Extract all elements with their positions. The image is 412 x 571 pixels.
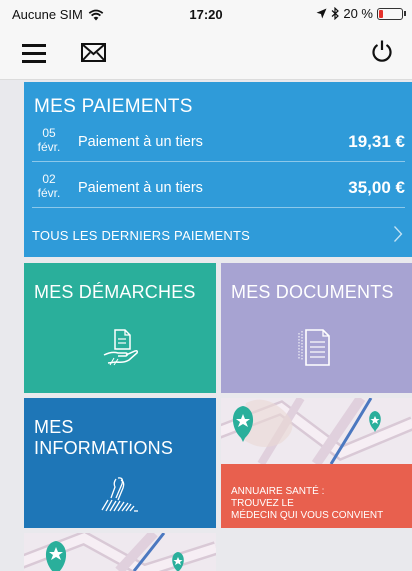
tile-informations-title-line1: MES — [34, 417, 74, 437]
all-payments-label: TOUS LES DERNIERS PAIEMENTS — [32, 228, 251, 243]
tile-informations-title-line2: INFORMATIONS — [34, 438, 174, 458]
power-icon[interactable] — [370, 38, 394, 64]
payment-row[interactable]: 02 févr. Paiement à un tiers 35,00 € — [32, 170, 405, 208]
payment-day: 02 — [42, 172, 56, 186]
chevron-right-icon — [394, 226, 403, 242]
annuaire-line1: ANNUAIRE SANTÉ : — [231, 486, 325, 497]
tile-map-partial[interactable] — [24, 533, 216, 571]
battery-level — [379, 9, 383, 18]
payment-day: 05 — [42, 126, 56, 140]
location-arrow-icon — [316, 8, 327, 19]
battery-percentage: 20 % — [343, 6, 373, 21]
documents-icon — [298, 329, 330, 366]
bluetooth-icon — [331, 7, 340, 20]
tile-demarches-title: MES DÉMARCHES — [34, 282, 196, 302]
payment-amount: 35,00 € — [348, 178, 405, 197]
annuaire-text: ANNUAIRE SANTÉ : TROUVEZ LE MÉDECIN QUI … — [231, 486, 383, 522]
all-payments-link[interactable]: TOUS LES DERNIERS PAIEMENTS — [32, 222, 405, 248]
status-indicators: 20 % — [316, 6, 406, 21]
map-pins-icon — [221, 398, 412, 464]
annuaire-banner: ANNUAIRE SANTÉ : TROUVEZ LE MÉDECIN QUI … — [221, 464, 412, 528]
tile-documents-title: MES DOCUMENTS — [231, 282, 394, 302]
tile-documents[interactable]: MES DOCUMENTS — [221, 263, 412, 393]
payments-card: MES PAIEMENTS 05 févr. Paiement à un tie… — [24, 82, 412, 257]
tile-demarches[interactable]: MES DÉMARCHES — [24, 263, 216, 393]
tile-informations[interactable]: MES INFORMATIONS — [24, 398, 216, 528]
hamburger-menu-icon[interactable] — [22, 42, 48, 64]
app-header — [0, 28, 412, 80]
hand-document-icon — [103, 329, 138, 366]
tile-annuaire-sante[interactable]: ANNUAIRE SANTÉ : TROUVEZ LE MÉDECIN QUI … — [221, 398, 412, 528]
annuaire-line2: TROUVEZ LE — [231, 498, 294, 509]
fingerprint-icon — [101, 477, 138, 512]
annuaire-line3: MÉDECIN QUI VOUS CONVIENT — [231, 510, 384, 521]
map-pins-icon — [24, 533, 216, 571]
payment-label: Paiement à un tiers — [78, 180, 203, 196]
tile-informations-title: MES INFORMATIONS — [34, 417, 173, 459]
payment-amount: 19,31 € — [348, 132, 405, 151]
payment-row[interactable]: 05 févr. Paiement à un tiers 19,31 € — [32, 124, 405, 162]
battery-icon — [377, 7, 403, 20]
envelope-icon[interactable] — [80, 41, 108, 65]
status-bar: Aucune SIM 17:20 20 % — [0, 0, 412, 28]
payment-date: 02 févr. — [32, 172, 66, 200]
payment-month: févr. — [37, 140, 61, 154]
payment-date: 05 févr. — [32, 126, 66, 154]
payment-month: févr. — [37, 186, 61, 200]
battery-tip — [404, 11, 406, 16]
payments-title: MES PAIEMENTS — [34, 96, 193, 117]
payment-label: Paiement à un tiers — [78, 134, 203, 150]
